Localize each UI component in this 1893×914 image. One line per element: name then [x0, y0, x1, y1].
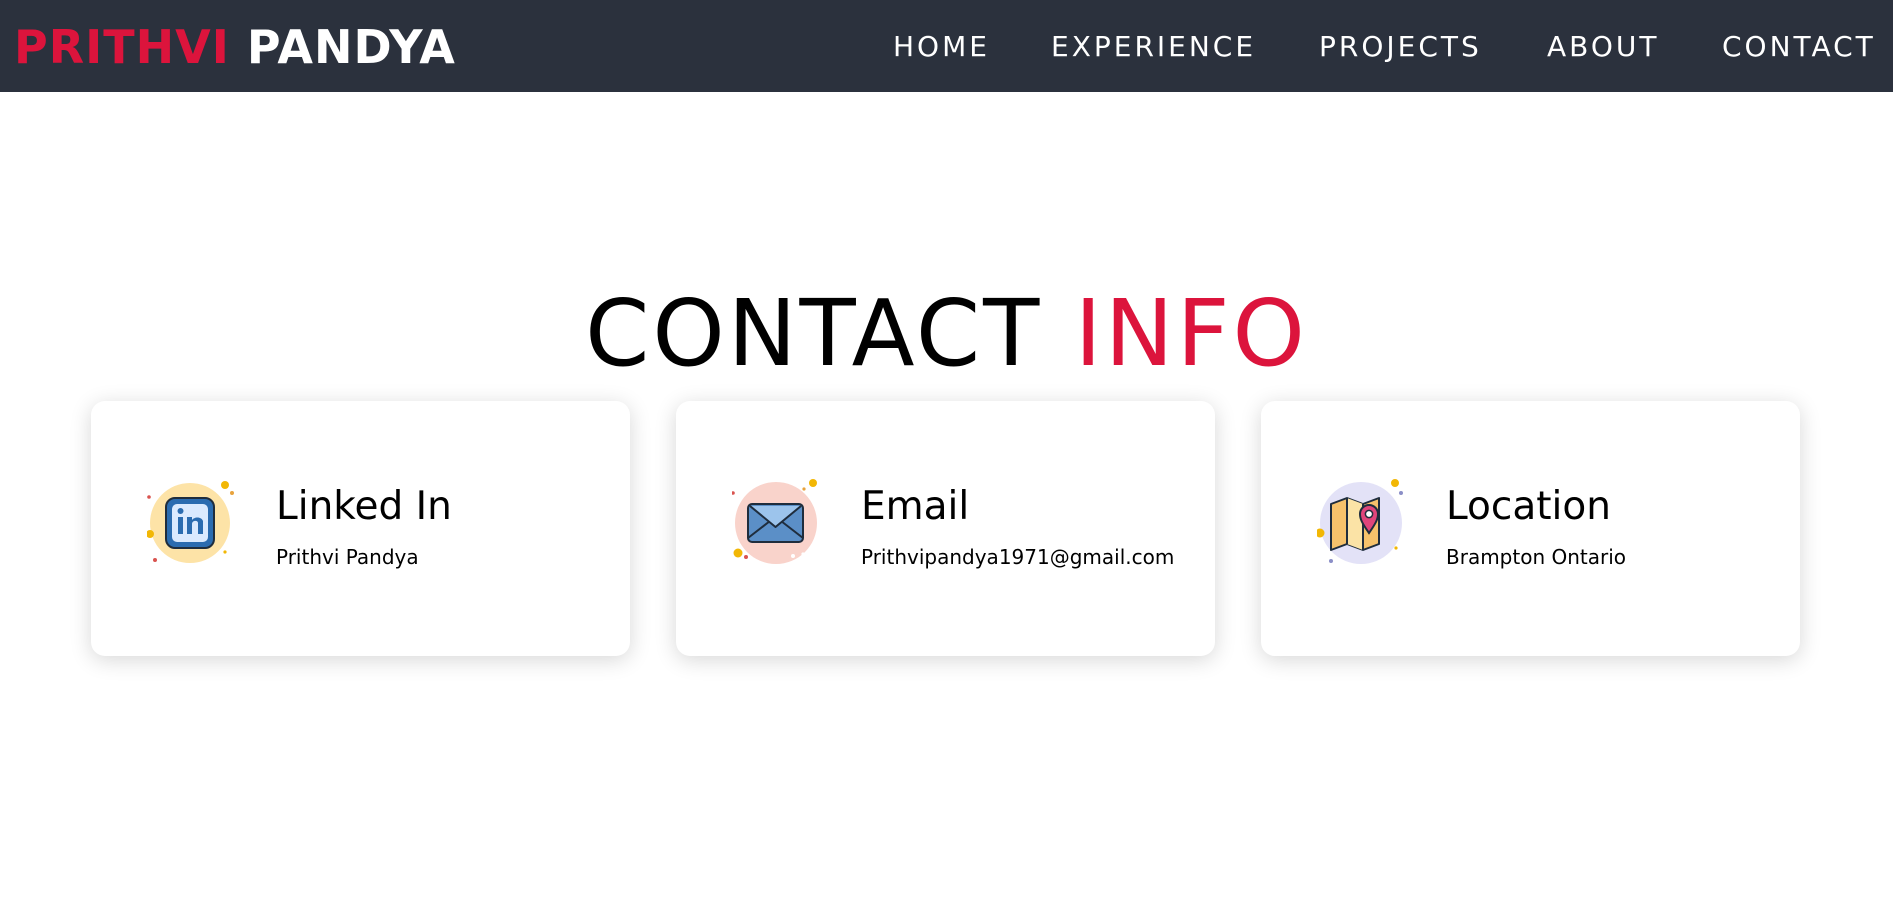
card-value[interactable]: Prithvipandya1971@gmail.com [861, 545, 1174, 569]
page-title-main: CONTACT [585, 280, 1043, 387]
page-title-accent: INFO [1074, 280, 1308, 387]
nav-projects[interactable]: PROJECTS [1319, 31, 1482, 63]
page-title: CONTACT INFO [0, 284, 1893, 384]
main-nav: HOME EXPERIENCE PROJECTS ABOUT CONTACT [0, 0, 1893, 92]
nav-about[interactable]: ABOUT [1547, 31, 1660, 63]
card-title: Linked In [276, 484, 452, 529]
navbar: PRITHVI PANDYA HOME EXPERIENCE PROJECTS … [0, 0, 1893, 92]
linkedin-icon [147, 481, 234, 563]
nav-experience[interactable]: EXPERIENCE [1051, 31, 1256, 63]
card-title: Location [1446, 484, 1611, 529]
card-value[interactable]: Prithvi Pandya [276, 545, 419, 569]
contact-card-email[interactable]: Email Prithvipandya1971@gmail.com [676, 401, 1215, 656]
envelope-icon [732, 479, 817, 564]
card-value: Brampton Ontario [1446, 545, 1627, 569]
nav-home[interactable]: HOME [893, 31, 990, 63]
contact-card-location[interactable]: Location Brampton Ontario [1261, 401, 1800, 656]
map-pin-icon [1317, 479, 1403, 564]
card-title: Email [861, 484, 970, 529]
contact-card-linkedin[interactable]: Linked In Prithvi Pandya [91, 401, 630, 656]
nav-contact[interactable]: CONTACT [1722, 31, 1876, 63]
